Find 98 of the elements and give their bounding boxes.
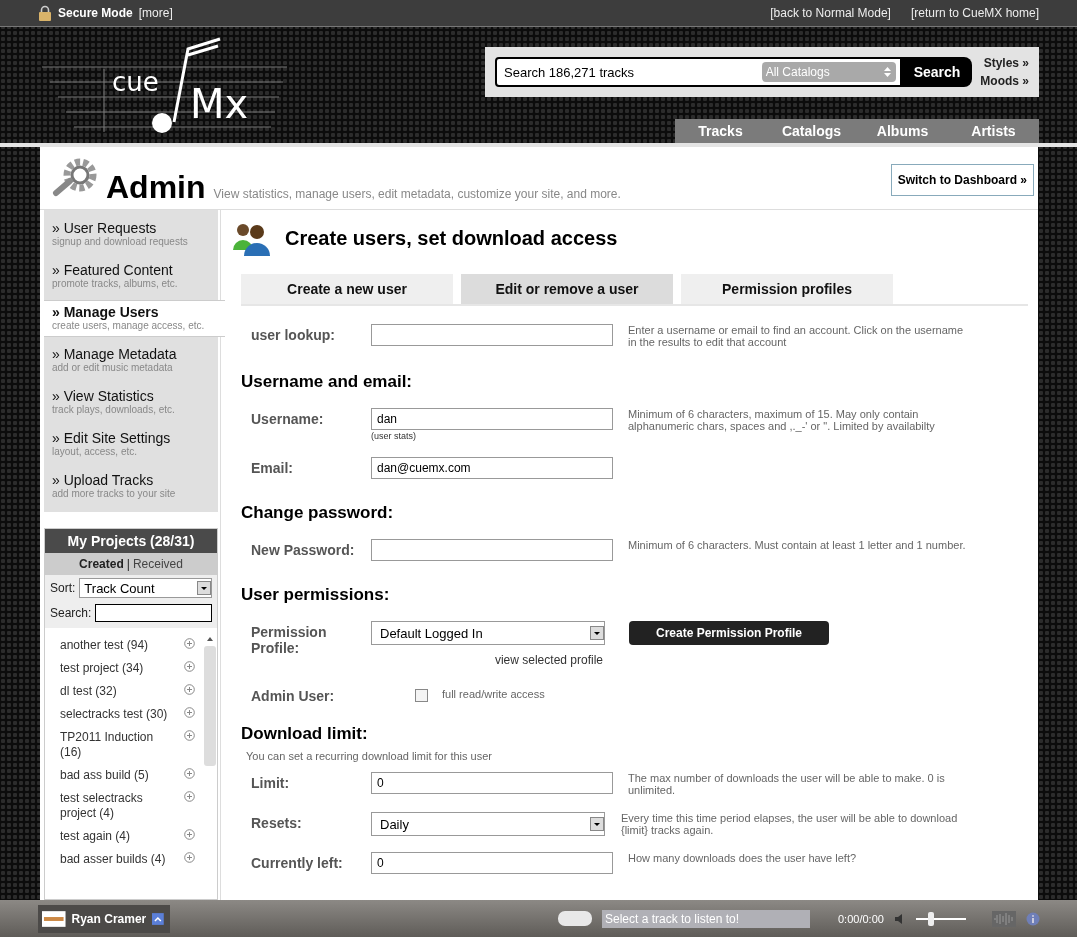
projects-tab[interactable]: Created — [79, 557, 124, 571]
volume-thumb[interactable] — [927, 911, 934, 926]
add-icon — [184, 730, 195, 741]
project-item[interactable]: test project (34) — [45, 659, 203, 682]
browse-link[interactable]: Moods » — [980, 74, 1029, 88]
form-heading: Change password: — [241, 503, 395, 523]
field-label: Currently left: — [251, 854, 344, 871]
page-subtitle: View statistics, manage users, edit metadata, customize your site, and more. — [213, 187, 622, 201]
nav-tab[interactable]: Catalogs — [766, 119, 857, 143]
separator: | — [126, 557, 130, 571]
create-profile-button[interactable]: Create Permission Profile — [629, 621, 829, 645]
field-hint: Enter a username or email to find an account. Click on the username in the results to edit that account — [628, 324, 965, 348]
select-field[interactable]: Default Logged In — [371, 621, 605, 645]
checkbox-label: full read/write access — [442, 687, 545, 700]
tab[interactable]: Create a new user — [241, 274, 453, 304]
sort-label: Sort: — [50, 581, 76, 595]
field-label: Limit: — [251, 774, 291, 791]
project-item[interactable]: test selectracks project (4) — [45, 789, 203, 827]
add-icon — [184, 707, 195, 718]
nav-tab[interactable]: Albums — [857, 119, 948, 143]
search-field[interactable]: Search 186,271 tracks All Catalogs — [495, 57, 902, 87]
input-field[interactable]: dan — [371, 408, 613, 430]
sort-dropdown[interactable]: Track Count — [79, 578, 212, 598]
menu-item[interactable]: » View Statistics track plays, downloads, etc. — [44, 384, 218, 421]
project-item[interactable]: TP2011 Induction (16) — [45, 728, 203, 766]
scroll-up-icon — [206, 636, 214, 642]
secure-mode-label: Secure Mode — [58, 6, 133, 20]
project-item[interactable]: selectracks test (30) — [45, 705, 203, 728]
nav-tab[interactable]: Artists — [948, 119, 1039, 143]
logo-text: Mx — [190, 81, 249, 127]
input-field[interactable]: 0 — [371, 772, 613, 794]
input-field[interactable] — [371, 539, 613, 561]
page-title: Admin — [106, 169, 206, 205]
player-button[interactable] — [558, 911, 592, 926]
checkbox[interactable] — [415, 689, 428, 702]
projects-tab[interactable]: Received — [132, 557, 183, 571]
field-label: Permission Profile: — [251, 623, 328, 656]
field-hint: Minimum of 6 characters, maximum of 15. May only contain alphanumeric chars, spaces and ,._-' or ". Limited by availabilty — [628, 408, 936, 432]
section-title: Create users, set download access — [285, 226, 618, 250]
add-icon — [184, 684, 195, 695]
user-menu[interactable]: Ryan Cramer — [38, 904, 170, 933]
project-item[interactable]: bad asser builds (4) — [45, 850, 203, 873]
padlock-icon — [38, 5, 52, 21]
field-hint: Minimum of 6 characters. Must contain at least 1 letter and 1 number. — [628, 539, 967, 551]
input-field[interactable]: 0 — [371, 852, 613, 874]
field-hint: How many downloads does the user have left? — [628, 852, 858, 864]
add-icon — [184, 852, 195, 863]
nav-tab[interactable]: Tracks — [675, 119, 766, 143]
menu-item[interactable]: » Manage Users create users, manage access, etc. — [44, 300, 225, 337]
field-label: Username: — [251, 410, 325, 427]
field-label: Admin User: — [251, 687, 336, 704]
search-button[interactable]: Search — [901, 57, 973, 87]
menu-item[interactable]: » Manage Metadata add or edit music metadata — [44, 342, 218, 379]
caret-up-icon — [152, 912, 164, 925]
project-item[interactable]: test again (4) — [45, 827, 203, 850]
browse-link[interactable]: Styles » — [980, 56, 1029, 70]
project-item[interactable]: bad ass build (5) — [45, 766, 203, 789]
tab[interactable]: Edit or remove a user — [461, 274, 673, 304]
field-label: Email: — [251, 459, 294, 476]
add-icon — [184, 829, 195, 840]
add-icon — [184, 791, 195, 802]
logo-thumbnail-icon — [42, 910, 66, 927]
input-field[interactable]: dan@cuemx.com — [371, 457, 613, 479]
projects-title: My Projects (28/31) — [45, 529, 217, 553]
form-note: You can set a recurring download limit for this user — [246, 750, 493, 762]
dashboard-button[interactable]: Switch to Dashboard » — [890, 164, 1034, 196]
form-heading: Download limit: — [241, 724, 369, 744]
tab[interactable]: Permission profiles — [681, 274, 893, 304]
search-label: Search: — [50, 606, 92, 620]
field-label: New Password: — [251, 541, 356, 558]
input-field[interactable] — [371, 324, 613, 346]
select-field[interactable]: Daily — [371, 812, 605, 836]
project-item[interactable]: dl test (32) — [45, 682, 203, 705]
view-profile-link[interactable]: view selected profile — [371, 653, 603, 667]
add-icon — [184, 768, 195, 779]
up-down-arrows-icon — [882, 66, 892, 78]
info-icon[interactable] — [1025, 911, 1040, 926]
top-link[interactable]: [back to Normal Mode] — [770, 6, 891, 20]
time-display: 0:00/0:00 — [838, 912, 884, 925]
field-label: Resets: — [251, 814, 303, 831]
project-item[interactable]: another test (94) — [45, 636, 203, 659]
field-hint: The max number of downloads the user will be able to make. 0 is unlimited. — [628, 772, 946, 796]
menu-item[interactable]: » Featured Content promote tracks, albums, etc. — [44, 258, 218, 295]
logo-text: cue — [112, 67, 159, 97]
menu-item[interactable]: » User Requests signup and download requests — [44, 216, 218, 253]
form-heading: User permissions: — [241, 585, 391, 605]
field-label: user lookup: — [251, 326, 336, 343]
menu-item[interactable]: » Upload Tracks add more tracks to your site — [44, 468, 218, 505]
add-icon — [184, 638, 195, 649]
track-display: Select a track to listen to! — [602, 909, 810, 928]
menu-item[interactable]: » Edit Site Settings layout, access, etc. — [44, 426, 218, 463]
more-link[interactable]: [more] — [138, 6, 173, 20]
form-heading: Username and email: — [241, 372, 413, 392]
add-icon — [184, 661, 195, 672]
user-stats-link[interactable]: (user stats) — [371, 431, 613, 441]
top-link[interactable]: [return to CueMX home] — [910, 6, 1039, 20]
field-hint: Every time this time period elapses, the user will be able to download {limit} tracks again. — [621, 812, 959, 836]
project-search-field[interactable] — [95, 604, 212, 622]
